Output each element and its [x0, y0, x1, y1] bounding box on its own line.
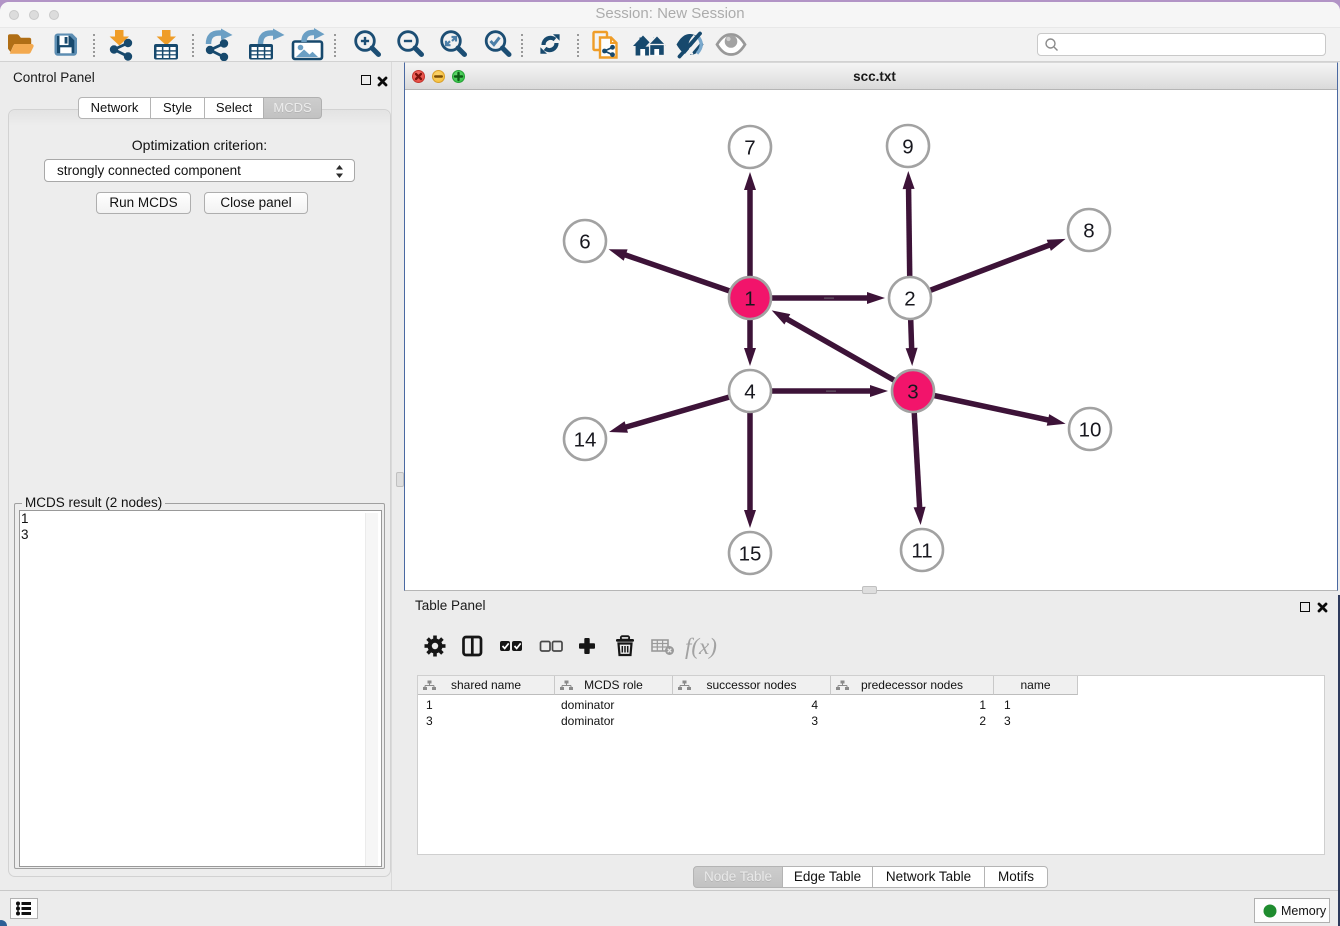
svg-text:f(x): f(x): [685, 634, 717, 659]
svg-text:3: 3: [907, 381, 918, 404]
svg-text:7: 7: [744, 137, 755, 160]
svg-text:9: 9: [902, 136, 913, 159]
svg-text:10: 10: [1079, 419, 1102, 442]
svg-text:15: 15: [739, 543, 762, 566]
svg-text:4: 4: [744, 381, 755, 404]
svg-text:11: 11: [911, 540, 932, 563]
svg-text:2: 2: [904, 288, 915, 311]
svg-text:6: 6: [579, 231, 590, 254]
svg-text:1: 1: [744, 288, 755, 311]
svg-text:14: 14: [574, 429, 597, 452]
svg-text:8: 8: [1083, 220, 1094, 243]
